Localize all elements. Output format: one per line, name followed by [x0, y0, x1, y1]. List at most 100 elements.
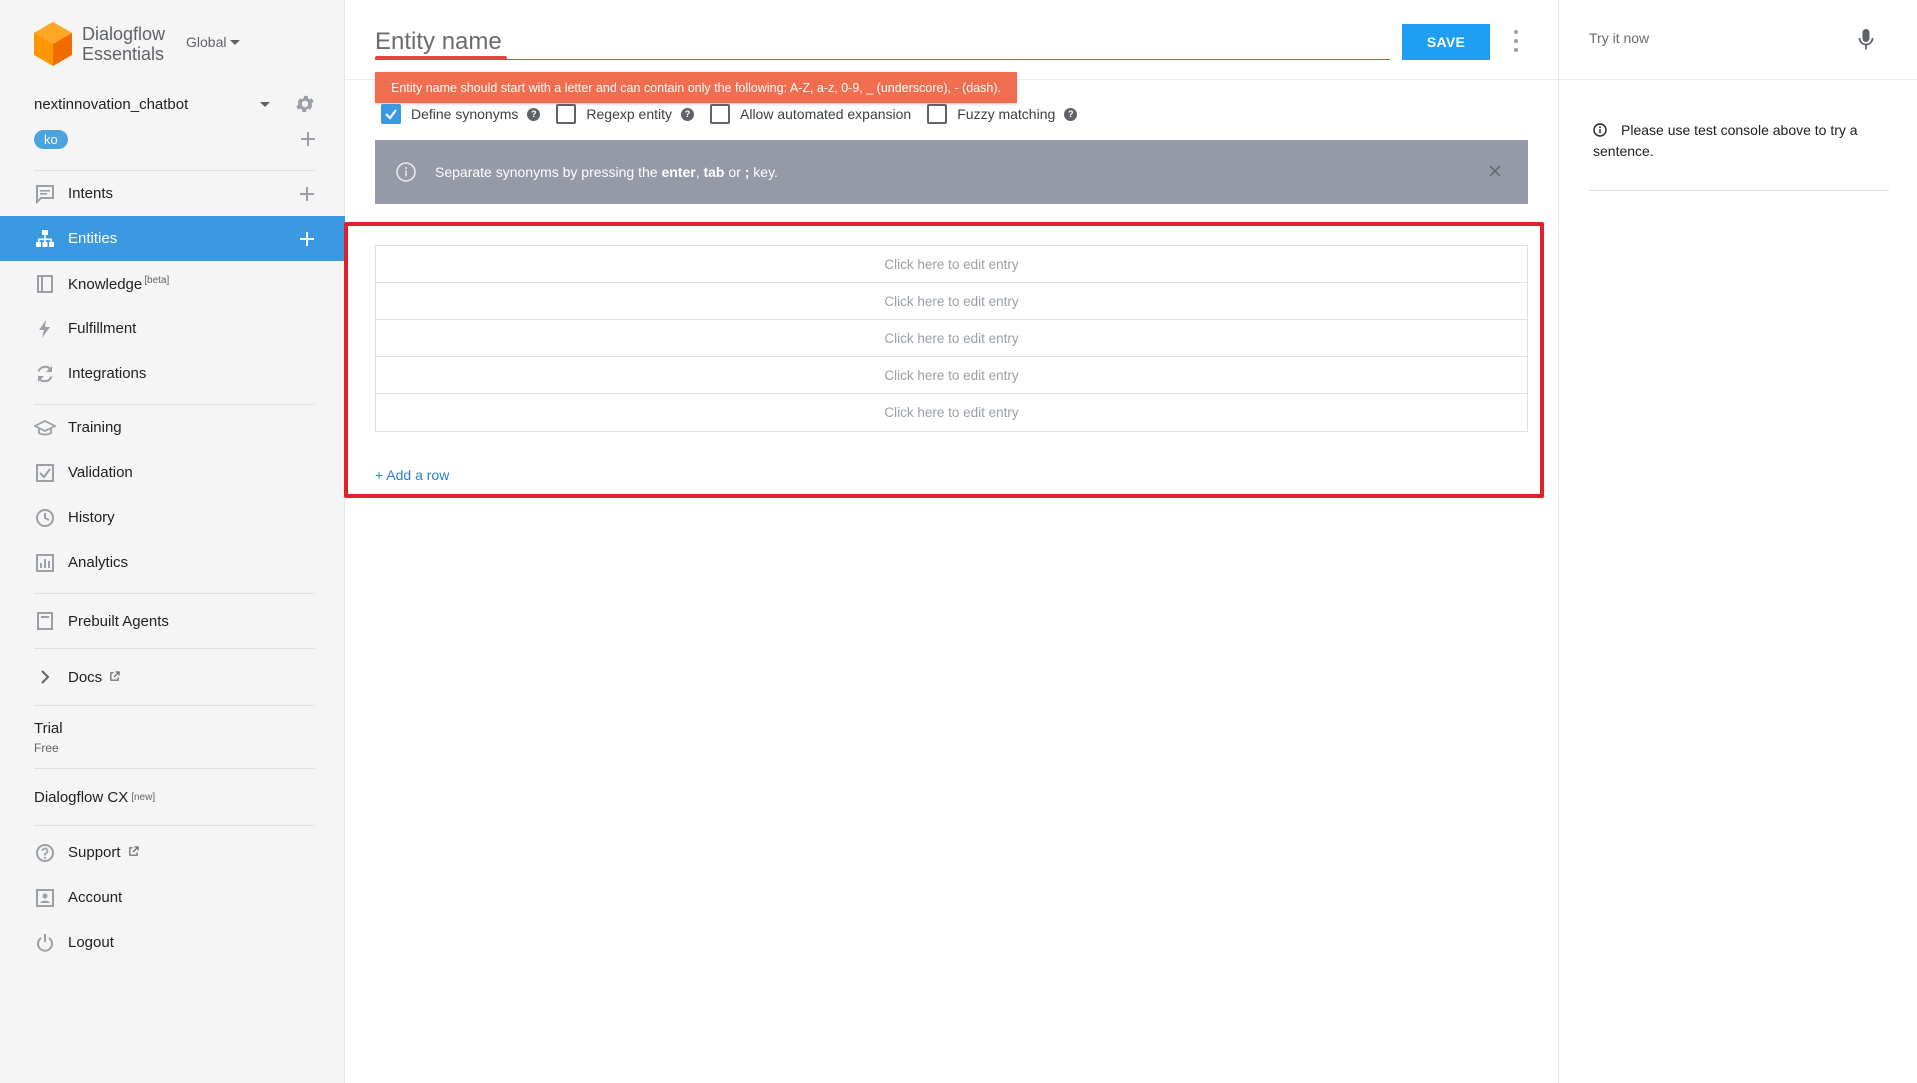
define-synonyms-checkbox[interactable]	[381, 104, 401, 124]
sidebar-item-label: Knowledge [beta]	[68, 275, 315, 293]
entry-row[interactable]: Click here to edit entry	[376, 246, 1527, 283]
banner-suffix: key.	[749, 164, 778, 180]
region-selector[interactable]: Global	[186, 34, 241, 50]
test-console: Please use test console above to try a s…	[1558, 0, 1917, 1083]
sidebar-item-label: Analytics	[68, 554, 129, 571]
regexp-entity-checkbox[interactable]	[556, 104, 577, 124]
sidebar-item-training[interactable]: Training	[0, 405, 345, 450]
add-intent-icon[interactable]	[299, 186, 315, 202]
save-button[interactable]: SAVE	[1402, 24, 1490, 60]
help-icon[interactable]: ?	[527, 107, 541, 121]
sidebar-item-support[interactable]: Support	[0, 830, 345, 875]
console-hint: Please use test console above to try a s…	[1593, 120, 1883, 162]
bookmark-book-icon	[34, 610, 56, 632]
add-language-icon[interactable]	[300, 131, 316, 147]
microphone-icon[interactable]	[1857, 28, 1875, 52]
cx-label: Dialogflow CX	[34, 788, 129, 806]
option-label: Allow automated expansion	[740, 106, 912, 122]
option-define-synonyms[interactable]: Define synonyms ?	[381, 104, 541, 124]
help-icon[interactable]: ?	[681, 107, 694, 121]
dialogflow-logo-icon	[34, 22, 72, 66]
sidebar-item-label: History	[68, 509, 115, 526]
option-regexp-entity[interactable]: Regexp entity ?	[556, 104, 694, 124]
sidebar-item-entities[interactable]: Entities	[0, 216, 345, 261]
new-badge: [new]	[131, 791, 156, 803]
entry-row[interactable]: Click here to edit entry	[376, 320, 1527, 357]
sidebar: Dialogflow Essentials Global nextinnovat…	[0, 0, 345, 1083]
synonym-info-banner: Separate synonyms by pressing the enter,…	[375, 140, 1528, 204]
sidebar-item-label: Prebuilt Agents	[68, 612, 169, 630]
try-it-bar	[1559, 0, 1917, 80]
try-it-input[interactable]	[1589, 30, 1829, 46]
entry-row[interactable]: Click here to edit entry	[376, 357, 1527, 394]
fuzzy-matching-checkbox[interactable]	[927, 104, 948, 124]
sidebar-item-label: Training	[68, 419, 122, 436]
support-label: Support	[68, 844, 121, 861]
sidebar-item-dialogflow-cx[interactable]: Dialogflow CX [new]	[0, 769, 345, 825]
sidebar-item-logout[interactable]: Logout	[0, 920, 345, 965]
trial-title: Trial	[34, 719, 63, 737]
sidebar-item-analytics[interactable]: Analytics	[0, 540, 345, 585]
beta-badge: [beta]	[144, 274, 170, 286]
sidebar-item-history[interactable]: History	[0, 495, 345, 540]
key-enter: enter	[661, 164, 696, 180]
agent-selector[interactable]: nextinnovation_chatbot	[34, 92, 316, 116]
brand[interactable]: Dialogflow Essentials	[34, 22, 165, 66]
region-label: Global	[186, 34, 227, 50]
chevron-down-icon	[230, 39, 241, 45]
sidebar-item-label: Validation	[68, 464, 133, 481]
entry-row[interactable]: Click here to edit entry	[376, 394, 1527, 431]
automated-expansion-checkbox[interactable]	[710, 104, 730, 124]
add-row-link[interactable]: + Add a row	[375, 467, 449, 483]
checkmark-icon	[385, 109, 397, 120]
sidebar-item-integrations[interactable]: Integrations	[0, 351, 345, 396]
option-label: Define synonyms	[411, 106, 519, 122]
lightning-icon	[34, 318, 56, 340]
language-chip[interactable]: ko	[34, 129, 68, 149]
brand-line-1: Dialogflow	[82, 24, 166, 44]
external-link-icon	[128, 846, 139, 856]
brand-text: Dialogflow Essentials	[82, 24, 165, 64]
sidebar-item-validation[interactable]: Validation	[0, 450, 345, 495]
option-automated-expansion[interactable]: Allow automated expansion	[710, 104, 911, 124]
trial-subtitle: Free	[34, 740, 59, 755]
option-fuzzy-matching[interactable]: Fuzzy matching ?	[927, 104, 1078, 124]
add-entity-icon[interactable]	[299, 231, 315, 247]
sync-icon	[34, 363, 56, 385]
sidebar-item-knowledge[interactable]: Knowledge [beta]	[0, 261, 345, 306]
gear-icon[interactable]	[294, 93, 316, 115]
graduation-cap-icon	[34, 417, 56, 439]
sidebar-item-prebuilt-agents[interactable]: Prebuilt Agents	[0, 594, 345, 648]
sidebar-item-account[interactable]: Account	[0, 875, 345, 920]
key-tab: tab	[703, 164, 725, 180]
external-link-icon	[110, 670, 121, 681]
close-icon[interactable]	[1488, 164, 1502, 178]
sidebar-item-docs[interactable]: Docs	[0, 649, 345, 705]
knowledge-label: Knowledge	[68, 275, 143, 293]
editor-header: SAVE	[346, 0, 1558, 80]
sidebar-item-label: Logout	[68, 934, 114, 951]
checkbox-icon	[34, 462, 56, 484]
sidebar-item-intents[interactable]: Intents	[0, 171, 345, 216]
sidebar-item-label: Docs	[68, 669, 315, 686]
help-circle-icon	[34, 842, 56, 864]
sidebar-item-label: Integrations	[68, 365, 147, 382]
docs-label: Docs	[68, 668, 103, 686]
bar-chart-icon	[34, 552, 56, 574]
sidebar-item-label: Intents	[68, 185, 114, 202]
sidebar-item-fulfillment[interactable]: Fulfillment	[0, 306, 345, 351]
clock-icon	[34, 507, 56, 529]
account-box-icon	[34, 887, 56, 909]
entity-name-error-tooltip: Entity name should start with a letter a…	[375, 72, 1018, 103]
book-icon	[34, 273, 56, 295]
chat-bubble-icon	[34, 183, 56, 205]
help-icon[interactable]: ?	[1064, 107, 1078, 121]
sidebar-item-label: Entities	[68, 230, 118, 247]
chevron-down-icon[interactable]	[260, 101, 270, 107]
sidebar-nav: Intents Entities Knowledge [beta] Fulfill…	[0, 170, 345, 965]
info-icon	[396, 162, 416, 182]
entity-name-input[interactable]	[375, 24, 1390, 60]
more-options-icon[interactable]	[1512, 30, 1520, 52]
entry-row[interactable]: Click here to edit entry	[376, 283, 1527, 320]
info-icon	[1593, 123, 1607, 137]
